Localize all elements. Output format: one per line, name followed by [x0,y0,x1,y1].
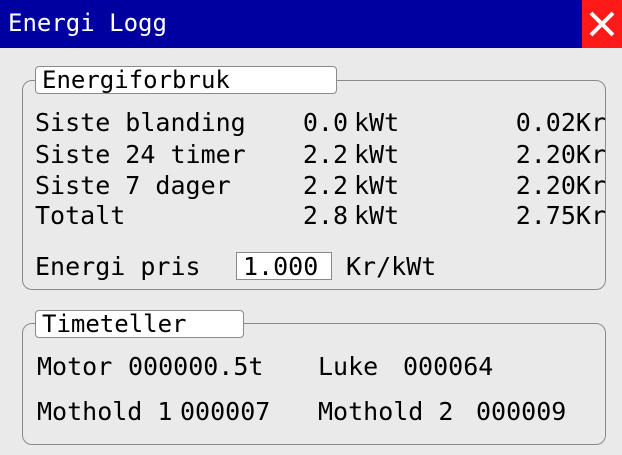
window-title: Energi Logg [8,9,167,37]
row-label-last-mix: Siste blanding [35,108,246,137]
luke-value: 000064 [403,352,494,381]
row-cost-7d: 2.20Kr [515,171,606,200]
row-unit-24h: kWt [354,140,400,169]
energy-price-label: Energi pris [35,252,201,281]
energy-price-input[interactable]: 1.000 [236,252,332,281]
row-cost-24h: 2.20Kr [515,140,606,169]
row-unit-last-mix: kWt [354,108,400,137]
mothold2-label: Mothold 2 [318,397,454,426]
mothold1-label: Mothold 1 [37,397,173,426]
row-unit-total: kWt [354,201,400,230]
row-kwh-total: 2.8 [302,201,348,230]
row-cost-last-mix: 0.02Kr [515,108,606,137]
motor-label: Motor [37,352,113,381]
row-cost-total: 2.75Kr [515,201,606,230]
close-x-icon [589,11,615,37]
title-bar: Energi Logg [0,0,622,48]
mothold2-value: 000009 [476,397,567,426]
row-unit-7d: kWt [354,171,400,200]
energy-price-unit: Kr/kWt [346,252,437,281]
hour-counter-group-title: Timeteller [35,310,244,338]
energy-log-window: Energi Logg Energiforbruk Siste blanding… [0,0,622,455]
row-kwh-7d: 2.2 [302,171,348,200]
energy-group-title: Energiforbruk [35,66,337,94]
mothold1-value: 000007 [180,397,271,426]
row-kwh-24h: 2.2 [302,140,348,169]
row-label-7d: Siste 7 dager [35,171,231,200]
row-label-total: Totalt [35,201,126,230]
row-kwh-last-mix: 0.0 [302,108,348,137]
motor-value: 000000.5t [128,352,264,381]
luke-label: Luke [318,352,379,381]
close-button[interactable] [582,0,622,48]
row-label-24h: Siste 24 timer [35,140,246,169]
